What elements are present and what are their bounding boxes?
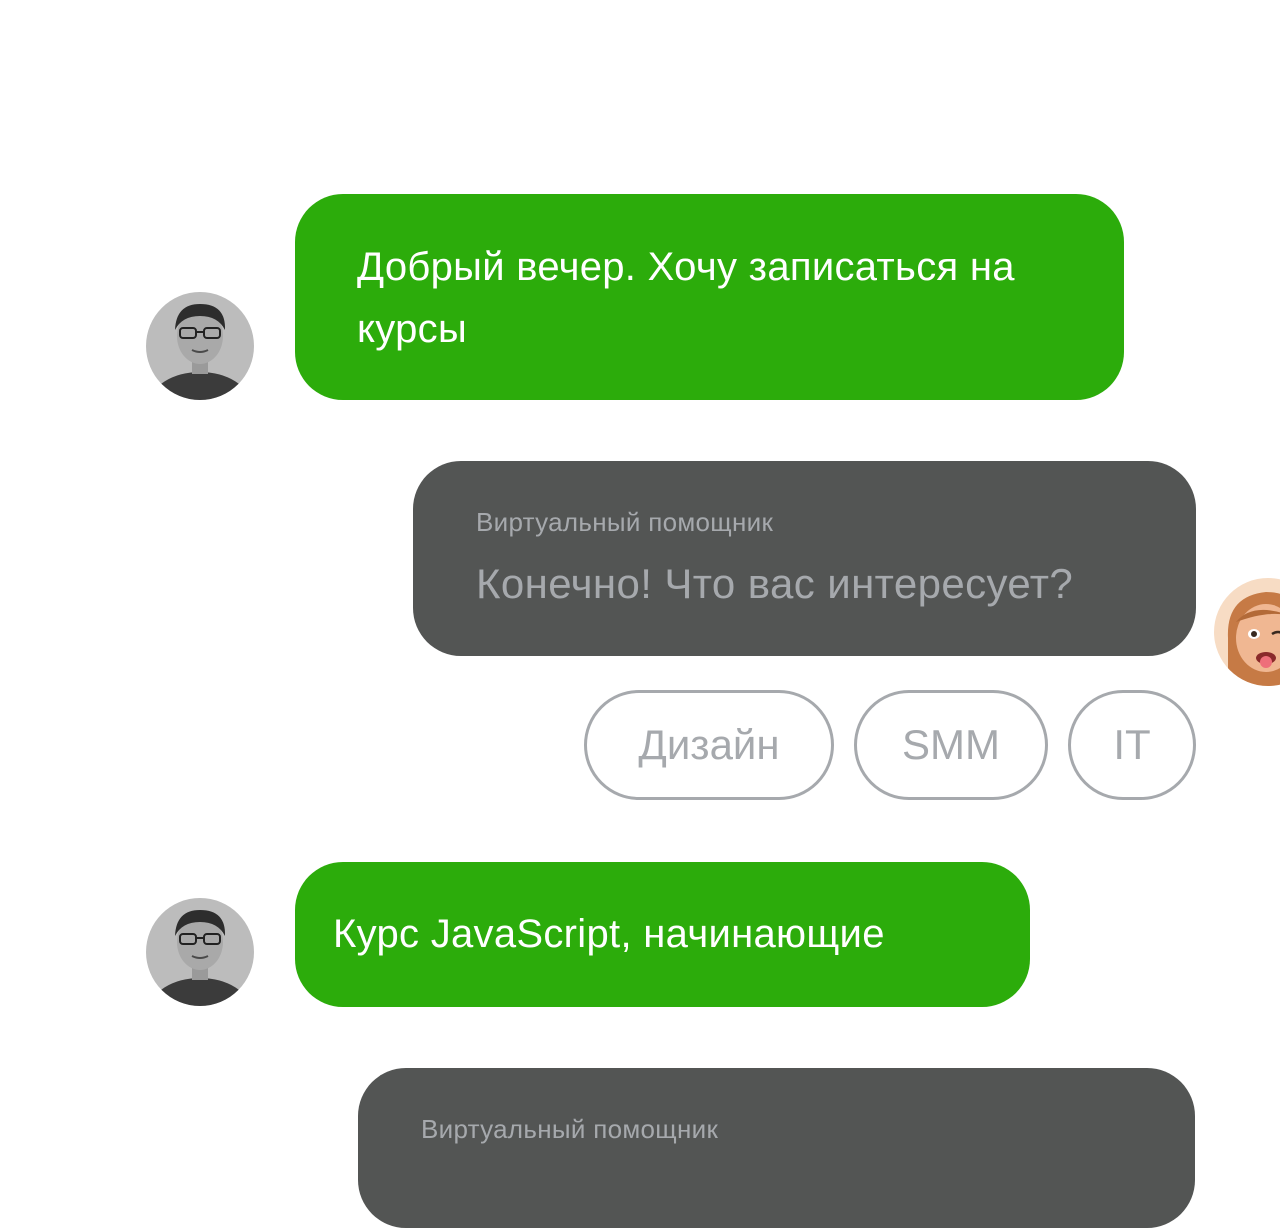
quick-reply-smm[interactable]: SMM [854,690,1048,800]
message-text: Конечно! Что вас интересует? [476,560,1074,607]
assistant-avatar [1214,578,1280,686]
message-bubble-user: Курс JavaScript, начинающие [295,862,1030,1007]
user-avatar-photo-icon [146,898,254,1006]
user-avatar [146,898,254,1006]
quick-reply-it[interactable]: IT [1068,690,1196,800]
message-bubble-bot: Виртуальный помощник Конечно! Что вас ин… [413,461,1196,656]
message-bubble-bot: Виртуальный помощник [358,1068,1195,1228]
message-text: Курс JavaScript, начинающие [333,912,885,956]
assistant-avatar-memoji-icon [1214,578,1280,686]
sender-name: Виртуальный помощник [476,507,774,537]
message-bubble-user: Добрый вечер. Хочу записаться на курсы [295,194,1124,400]
sender-name: Виртуальный помощник [421,1114,719,1144]
message-text: Добрый вечер. Хочу записаться на курсы [357,245,1015,351]
quick-reply-design[interactable]: Дизайн [584,690,834,800]
user-avatar-photo-icon [146,292,254,400]
user-avatar [146,292,254,400]
